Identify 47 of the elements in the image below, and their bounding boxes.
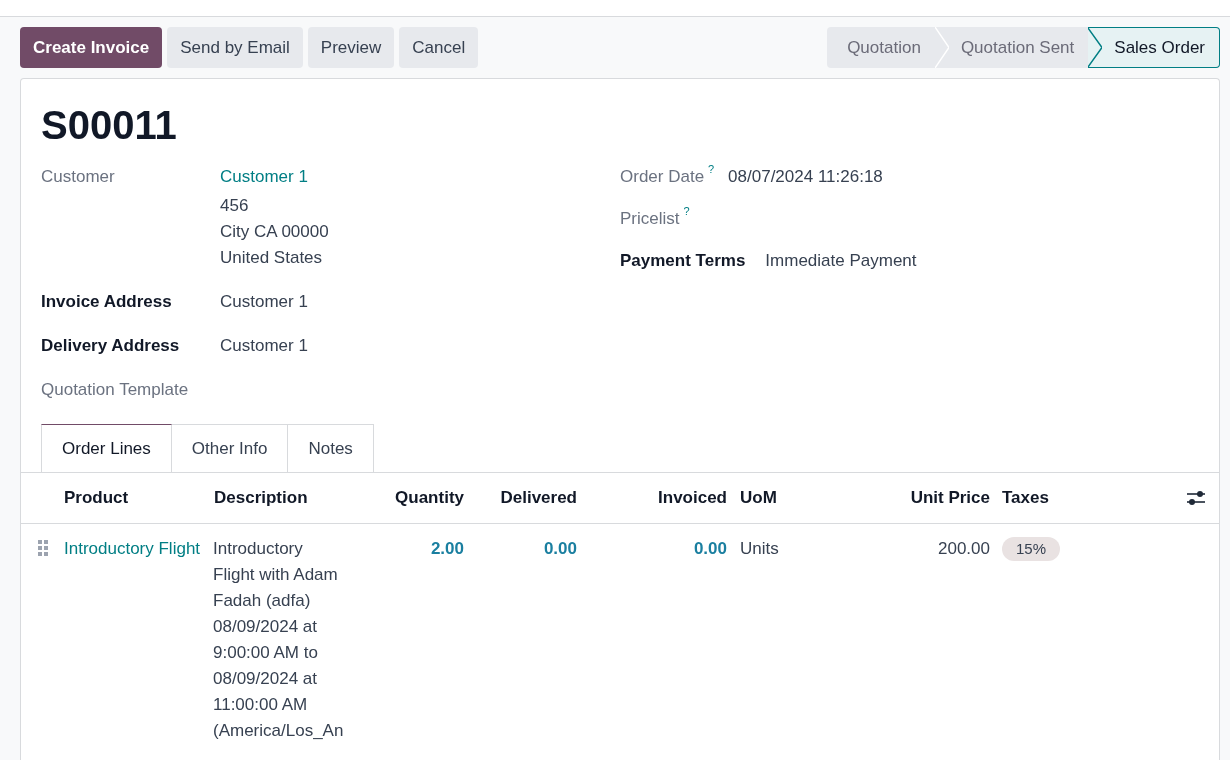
action-button[interactable]: Cancel [399, 27, 479, 68]
notebook-tab[interactable]: Notes [287, 424, 374, 472]
field-label: Order Date [620, 166, 705, 188]
field-label: Customer [41, 166, 116, 188]
column-header[interactable]: Quantity [395, 488, 468, 508]
field-label: Invoice Address [41, 291, 173, 313]
tax-tag: 15% [1002, 537, 1061, 561]
table-cell-text: Introductory Flight with Adam Fadah (adfa) 08/09/2024 at 9:00:00 AM to 08/09/2024 at 11:00:00 AM (America/Los_An [212, 538, 345, 742]
status-stage[interactable]: Sales Order [1088, 27, 1220, 68]
notebook-tab[interactable]: Order Lines [41, 424, 172, 472]
table-cell-text: 0.00 [543, 538, 578, 560]
chevron-divider-icon [934, 27, 949, 68]
address-line: City CA 00000 [220, 221, 329, 243]
status-stage[interactable]: Quotation [827, 27, 935, 68]
status-stage[interactable]: Quotation Sent [934, 27, 1089, 68]
column-header[interactable]: Description [209, 488, 356, 508]
field-value[interactable]: Immediate Payment [765, 249, 917, 273]
field-label: Delivery Address [41, 335, 181, 357]
address-line: 456 [220, 195, 250, 217]
column-header[interactable]: Invoiced [658, 488, 731, 508]
order-number: S00011 [41, 103, 178, 147]
field-value[interactable]: Customer 1 [220, 334, 308, 358]
table-cell-text: 200.00 [938, 538, 991, 560]
field-value[interactable]: 08/07/2024 11:26:18 [728, 165, 883, 189]
action-button[interactable]: Send by Email [167, 27, 303, 68]
action-button[interactable]: Create Invoice [20, 27, 163, 68]
help-tooltip[interactable]: ? [683, 205, 694, 217]
column-header[interactable]: Unit Price [910, 488, 994, 508]
column-settings-icon[interactable] [1185, 489, 1206, 507]
action-button[interactable]: Preview [307, 27, 395, 68]
drag-handle-icon[interactable] [38, 540, 48, 556]
chevron-divider-icon [1088, 28, 1103, 67]
address-line: United States [220, 247, 324, 269]
field-label: Pricelist [620, 208, 680, 230]
column-header[interactable]: Product [59, 488, 209, 508]
field-label: Payment Terms [620, 250, 746, 272]
table-cell-text: 0.00 [693, 538, 728, 560]
field-label: Quotation Template [41, 379, 190, 401]
table-cell-text: Units [739, 538, 780, 560]
help-tooltip[interactable]: ? [708, 163, 719, 175]
field-value[interactable]: Customer 1 [220, 290, 308, 314]
column-header[interactable]: UoM [731, 488, 881, 508]
table-cell-text: 2.00 [430, 538, 465, 560]
column-header[interactable]: Taxes [994, 488, 1171, 508]
column-header[interactable]: Delivered [500, 488, 581, 508]
customer-link[interactable]: Customer 1 [220, 165, 329, 189]
product-link[interactable]: Introductory Flight [59, 536, 209, 562]
